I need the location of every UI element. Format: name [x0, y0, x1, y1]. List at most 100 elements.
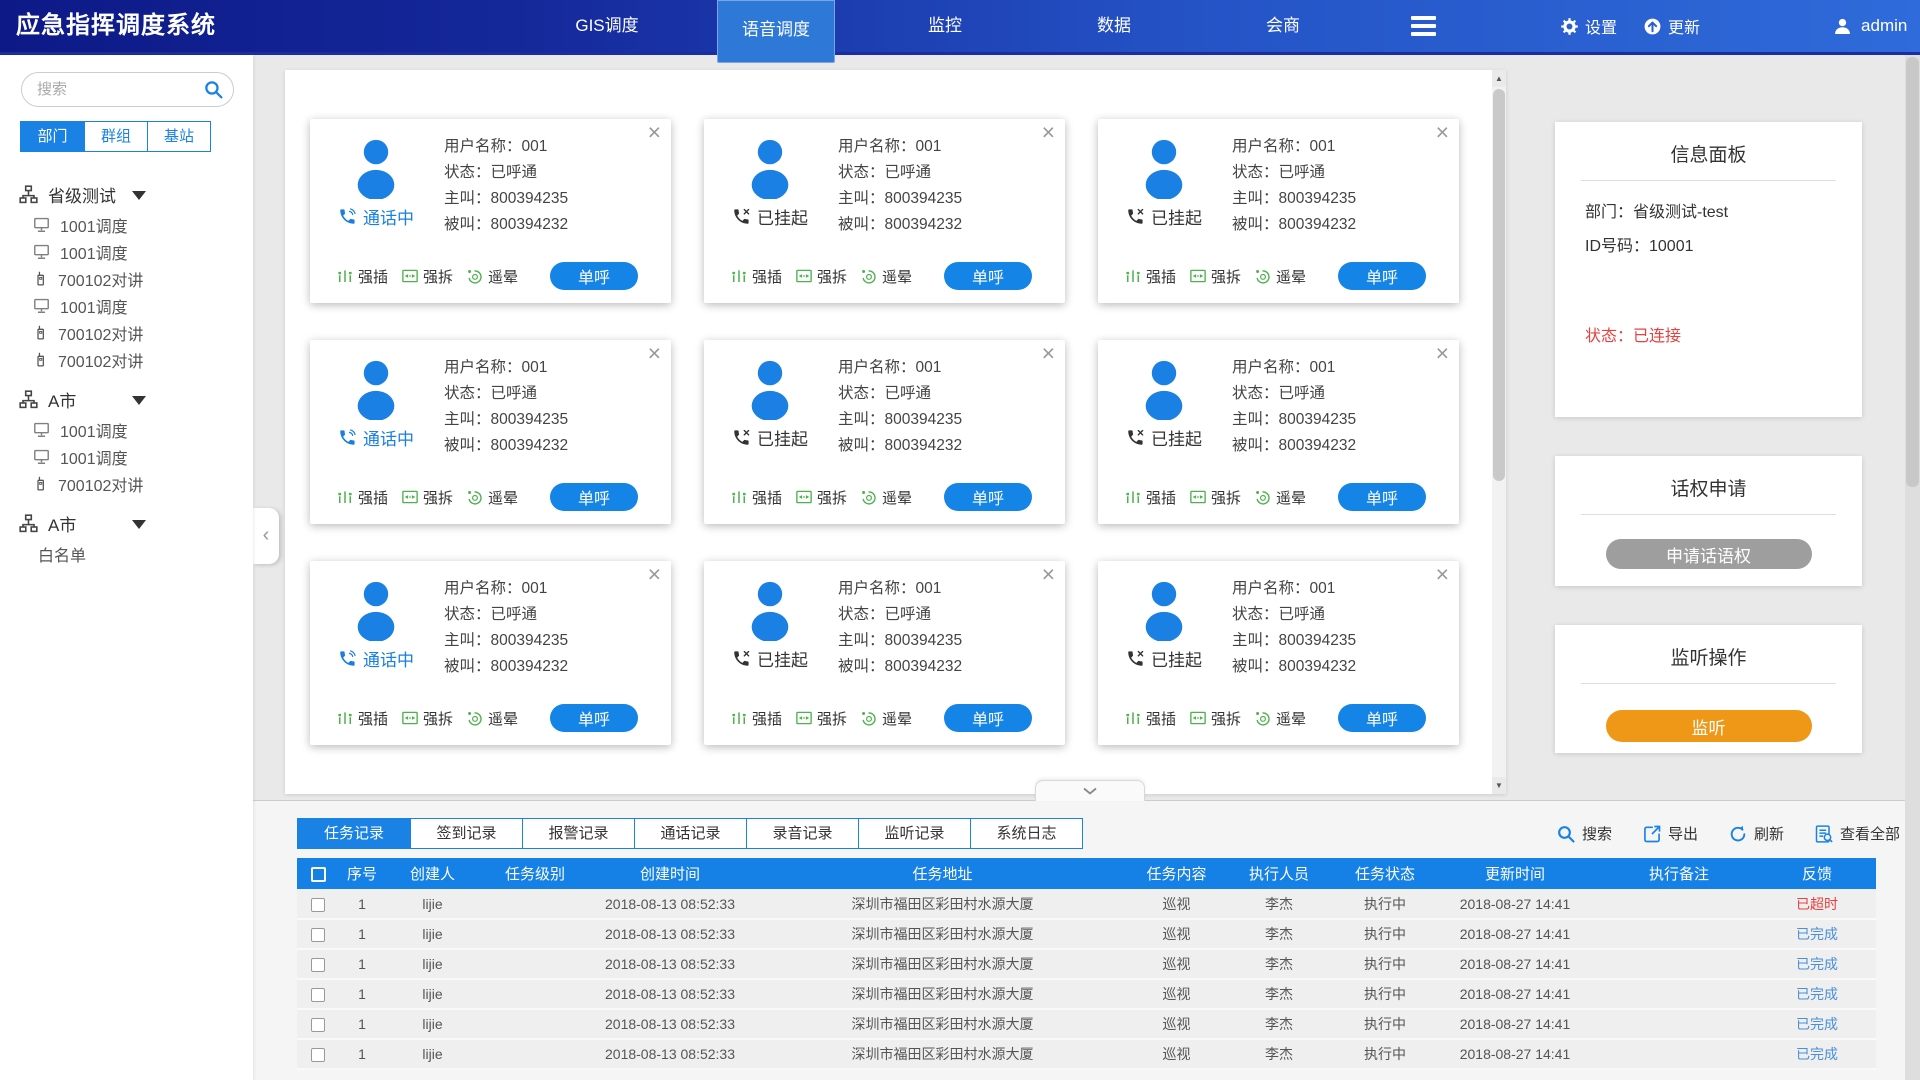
close-icon[interactable]: ×: [1042, 120, 1055, 145]
sidebar-tab[interactable]: 部门: [21, 122, 84, 151]
task-row[interactable]: 1 lijie 2018-08-13 08:52:33 深圳市福田区彩田村水源大…: [297, 1009, 1876, 1039]
remote-stun-button[interactable]: 遥晕: [466, 708, 518, 729]
force-split-button[interactable]: 强拆: [1189, 708, 1241, 729]
caret-down-icon[interactable]: [132, 191, 146, 200]
tree-item[interactable]: 白名单: [0, 540, 253, 567]
row-checkbox[interactable]: [311, 988, 325, 1002]
scroll-down-arrow[interactable]: ▼: [1492, 777, 1506, 794]
force-split-button[interactable]: 强拆: [401, 487, 453, 508]
single-call-button[interactable]: 单呼: [1338, 704, 1426, 732]
force-split-button[interactable]: 强拆: [1189, 487, 1241, 508]
single-call-button[interactable]: 单呼: [944, 262, 1032, 290]
remote-stun-button[interactable]: 遥晕: [1254, 487, 1306, 508]
feedback-link[interactable]: 已完成: [1758, 1039, 1876, 1069]
nav-tab[interactable]: 语音调度: [717, 0, 835, 63]
tree-item[interactable]: A市: [0, 507, 253, 540]
close-icon[interactable]: ×: [1436, 562, 1449, 587]
force-split-button[interactable]: 强拆: [1189, 266, 1241, 287]
caret-down-icon[interactable]: [132, 520, 146, 529]
caret-down-icon[interactable]: [132, 396, 146, 405]
row-checkbox[interactable]: [311, 928, 325, 942]
settings-button[interactable]: 设置: [1560, 14, 1617, 38]
tree-item[interactable]: 1001调度: [0, 238, 253, 265]
force-insert-button[interactable]: 强插: [1124, 487, 1176, 508]
user-menu[interactable]: admin: [1832, 16, 1907, 37]
record-tab[interactable]: 报警记录: [522, 819, 634, 848]
close-icon[interactable]: ×: [1042, 562, 1055, 587]
bottom-collapse-handle[interactable]: [1035, 780, 1145, 801]
force-split-button[interactable]: 强拆: [795, 266, 847, 287]
force-split-button[interactable]: 强拆: [795, 708, 847, 729]
tree-item[interactable]: 省级测试: [0, 178, 253, 211]
search-input[interactable]: [37, 75, 197, 104]
table-search-button[interactable]: 搜索: [1556, 823, 1612, 844]
force-insert-button[interactable]: 强插: [730, 487, 782, 508]
menu-icon[interactable]: [1393, 0, 1453, 52]
remote-stun-button[interactable]: 遥晕: [466, 266, 518, 287]
view-all-button[interactable]: 查看全部: [1814, 823, 1900, 844]
task-row[interactable]: 1 lijie 2018-08-13 08:52:33 深圳市福田区彩田村水源大…: [297, 919, 1876, 949]
monitor-button[interactable]: 监听: [1606, 710, 1812, 742]
sidebar-tab[interactable]: 基站: [147, 122, 210, 151]
force-insert-button[interactable]: 强插: [1124, 266, 1176, 287]
tree-item[interactable]: 700102对讲: [0, 346, 253, 373]
force-insert-button[interactable]: 强插: [1124, 708, 1176, 729]
single-call-button[interactable]: 单呼: [550, 483, 638, 511]
close-icon[interactable]: ×: [1042, 341, 1055, 366]
task-row[interactable]: 1 lijie 2018-08-13 08:52:33 深圳市福田区彩田村水源大…: [297, 979, 1876, 1009]
page-scrollbar[interactable]: [1905, 55, 1920, 1080]
close-icon[interactable]: ×: [1436, 341, 1449, 366]
nav-tab[interactable]: 会商: [1224, 0, 1342, 52]
record-tab[interactable]: 通话记录: [634, 819, 746, 848]
close-icon[interactable]: ×: [648, 341, 661, 366]
page-scrollbar-thumb[interactable]: [1906, 57, 1919, 487]
row-checkbox[interactable]: [311, 1018, 325, 1032]
tree-item[interactable]: 700102对讲: [0, 470, 253, 497]
record-tab[interactable]: 录音记录: [746, 819, 858, 848]
sidebar-tab[interactable]: 群组: [84, 122, 147, 151]
tree-item[interactable]: 1001调度: [0, 292, 253, 319]
force-split-button[interactable]: 强拆: [795, 487, 847, 508]
force-insert-button[interactable]: 强插: [730, 266, 782, 287]
select-all-checkbox[interactable]: [311, 867, 326, 882]
remote-stun-button[interactable]: 遥晕: [860, 487, 912, 508]
sidebar-collapse-handle[interactable]: ‹: [253, 508, 279, 564]
scroll-up-arrow[interactable]: ▲: [1492, 70, 1506, 87]
feedback-link[interactable]: 已完成: [1758, 1009, 1876, 1039]
nav-tab[interactable]: 监控: [886, 0, 1004, 52]
remote-stun-button[interactable]: 遥晕: [860, 266, 912, 287]
force-insert-button[interactable]: 强插: [336, 266, 388, 287]
refresh-button[interactable]: 刷新: [1728, 823, 1784, 844]
close-icon[interactable]: ×: [1436, 120, 1449, 145]
remote-stun-button[interactable]: 遥晕: [1254, 266, 1306, 287]
task-row[interactable]: 1 lijie 2018-08-13 08:52:33 深圳市福田区彩田村水源大…: [297, 949, 1876, 979]
force-split-button[interactable]: 强拆: [401, 266, 453, 287]
row-checkbox[interactable]: [311, 958, 325, 972]
remote-stun-button[interactable]: 遥晕: [1254, 708, 1306, 729]
feedback-link[interactable]: 已完成: [1758, 979, 1876, 1009]
scrollbar-thumb[interactable]: [1493, 89, 1505, 481]
single-call-button[interactable]: 单呼: [944, 704, 1032, 732]
export-button[interactable]: 导出: [1642, 823, 1698, 844]
single-call-button[interactable]: 单呼: [1338, 262, 1426, 290]
record-tab[interactable]: 系统日志: [970, 819, 1082, 848]
feedback-link[interactable]: 已超时: [1758, 889, 1876, 919]
update-button[interactable]: 更新: [1643, 14, 1700, 38]
force-split-button[interactable]: 强拆: [401, 708, 453, 729]
row-checkbox[interactable]: [311, 898, 325, 912]
single-call-button[interactable]: 单呼: [1338, 483, 1426, 511]
search-icon[interactable]: [203, 79, 224, 100]
record-tab[interactable]: 监听记录: [858, 819, 970, 848]
row-checkbox[interactable]: [311, 1048, 325, 1062]
task-row[interactable]: 1 lijie 2018-08-13 08:52:33 深圳市福田区彩田村水源大…: [297, 1039, 1876, 1069]
nav-tab[interactable]: 数据: [1055, 0, 1173, 52]
record-tab[interactable]: 签到记录: [410, 819, 522, 848]
feedback-link[interactable]: 已完成: [1758, 919, 1876, 949]
force-insert-button[interactable]: 强插: [730, 708, 782, 729]
tree-item[interactable]: 1001调度: [0, 443, 253, 470]
feedback-link[interactable]: 已完成: [1758, 949, 1876, 979]
remote-stun-button[interactable]: 遥晕: [466, 487, 518, 508]
tree-item[interactable]: 1001调度: [0, 211, 253, 238]
single-call-button[interactable]: 单呼: [550, 262, 638, 290]
single-call-button[interactable]: 单呼: [550, 704, 638, 732]
